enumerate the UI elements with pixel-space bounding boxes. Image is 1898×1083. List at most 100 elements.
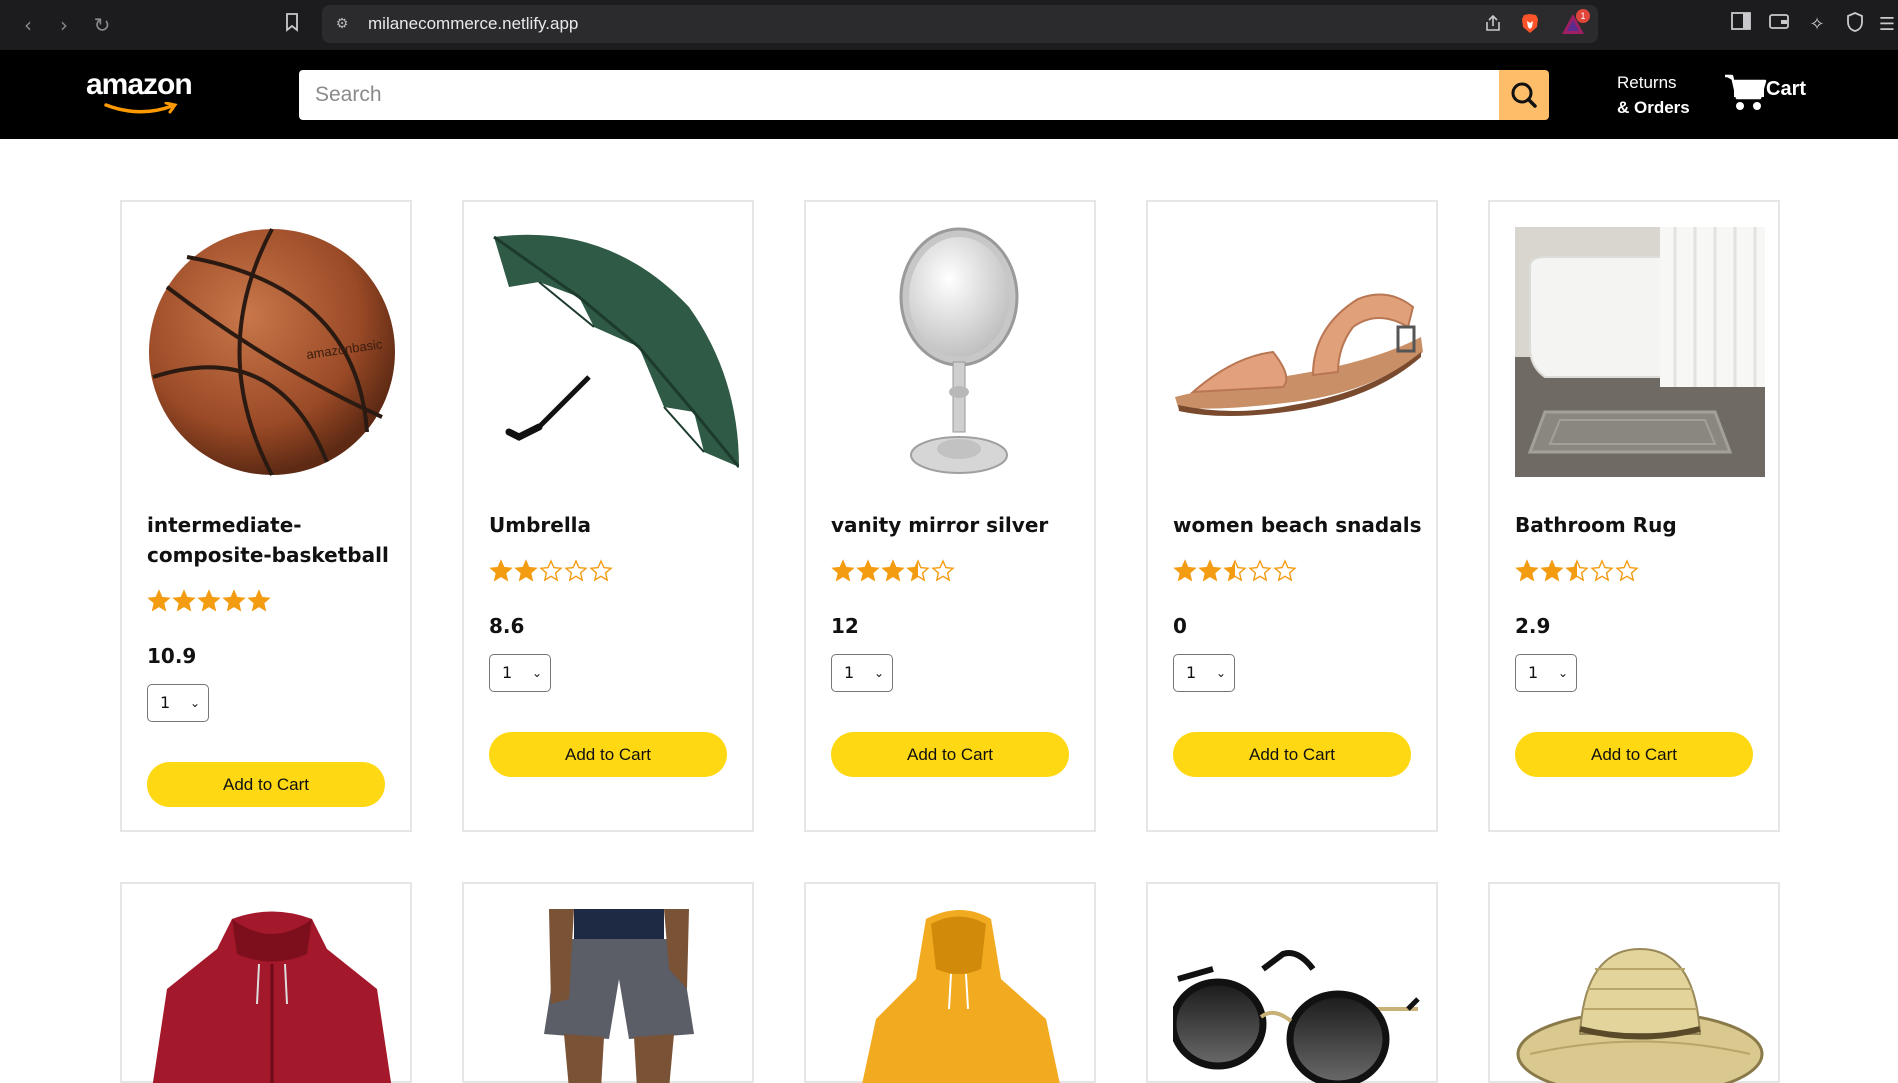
add-to-cart-button[interactable]: Add to Cart xyxy=(831,732,1069,777)
product-image-sandals[interactable] xyxy=(1173,227,1423,477)
quantity-select[interactable]: 1 ⌄ xyxy=(147,684,209,722)
star-full-icon xyxy=(489,559,513,582)
star-full-icon xyxy=(831,559,855,582)
cart-button[interactable]: Cart xyxy=(1724,70,1824,116)
search-input[interactable] xyxy=(299,70,1499,120)
returns-line2: & Orders xyxy=(1617,98,1690,117)
add-to-cart-button[interactable]: Add to Cart xyxy=(489,732,727,777)
search-bar xyxy=(299,70,1549,120)
product-card xyxy=(1488,882,1780,1083)
star-half-icon xyxy=(906,559,930,582)
cart-label: Cart xyxy=(1766,78,1807,100)
star-half-icon xyxy=(1565,559,1589,582)
site-settings-icon[interactable]: ⚙ xyxy=(332,14,352,34)
brave-shield-icon[interactable] xyxy=(1518,12,1542,36)
product-price: 8.6 xyxy=(489,614,525,638)
star-full-icon xyxy=(247,589,271,612)
returns-line1: Returns xyxy=(1617,73,1677,92)
vpn-icon[interactable] xyxy=(1842,12,1868,38)
star-full-icon xyxy=(881,559,905,582)
star-full-icon xyxy=(514,559,538,582)
product-title[interactable]: Umbrella xyxy=(489,510,739,540)
star-rating xyxy=(1515,557,1645,585)
quantity-select[interactable]: 1 ⌄ xyxy=(1173,654,1235,692)
star-rating xyxy=(147,587,277,615)
quantity-value: 1 xyxy=(844,663,855,682)
product-card: vanity mirror silver 12 1 ⌄ Add to Cart xyxy=(804,200,1096,832)
share-icon[interactable] xyxy=(1482,13,1504,35)
stars-svg xyxy=(1173,559,1297,582)
add-to-cart-button[interactable]: Add to Cart xyxy=(1173,732,1411,777)
product-card xyxy=(804,882,1096,1083)
star-empty-icon xyxy=(539,559,563,582)
wallet-icon[interactable] xyxy=(1766,12,1792,38)
star-empty-icon xyxy=(589,559,613,582)
leo-ai-icon[interactable]: ✧ xyxy=(1804,12,1830,38)
star-full-icon xyxy=(222,589,246,612)
product-image-mirror[interactable] xyxy=(831,227,1081,477)
product-title[interactable]: vanity mirror silver xyxy=(831,510,1081,540)
product-image-basketball[interactable]: amazonbasic xyxy=(147,227,397,477)
star-full-icon xyxy=(1515,559,1539,582)
url-text[interactable]: milanecommerce.netlify.app xyxy=(368,5,578,43)
stars-svg xyxy=(831,559,955,582)
product-price: 0 xyxy=(1173,614,1187,638)
product-title[interactable]: Bathroom Rug xyxy=(1515,510,1765,540)
star-rating xyxy=(489,557,619,585)
product-card xyxy=(1146,882,1438,1083)
product-price: 2.9 xyxy=(1515,614,1551,638)
search-button[interactable] xyxy=(1499,70,1549,120)
stars-svg xyxy=(1515,559,1639,582)
quantity-value: 1 xyxy=(1186,663,1197,682)
chevron-down-icon: ⌄ xyxy=(189,696,200,710)
product-price: 12 xyxy=(831,614,859,638)
add-to-cart-button[interactable]: Add to Cart xyxy=(147,762,385,807)
product-image-yellow-hoodie[interactable] xyxy=(831,909,1081,1083)
star-full-icon xyxy=(147,589,171,612)
cart-icon xyxy=(1725,74,1767,110)
product-image-umbrella[interactable] xyxy=(489,227,741,477)
menu-icon[interactable]: ☰ xyxy=(1874,12,1898,38)
bookmark-icon[interactable] xyxy=(278,11,306,39)
amazon-logo[interactable]: amazon xyxy=(86,68,196,118)
quantity-select[interactable]: 1 ⌄ xyxy=(831,654,893,692)
star-full-icon xyxy=(172,589,196,612)
search-icon xyxy=(1511,82,1537,108)
quantity-value: 1 xyxy=(502,663,513,682)
product-image-rug[interactable] xyxy=(1515,227,1765,477)
notification-badge: 1 xyxy=(1576,9,1590,23)
address-bar[interactable]: ⚙ milanecommerce.netlify.app 1 xyxy=(322,5,1598,43)
back-icon[interactable]: ‹ xyxy=(14,11,42,39)
returns-orders-link[interactable]: Returns & Orders xyxy=(1617,70,1690,120)
add-to-cart-button[interactable]: Add to Cart xyxy=(1515,732,1753,777)
quantity-value: 1 xyxy=(160,693,171,712)
star-empty-icon xyxy=(1248,559,1272,582)
star-half-icon xyxy=(1223,559,1247,582)
star-full-icon xyxy=(1540,559,1564,582)
product-card: Umbrella 8.6 1 ⌄ Add to Cart xyxy=(462,200,754,832)
product-image-straw-hat[interactable] xyxy=(1515,909,1765,1083)
product-image-sunglasses[interactable] xyxy=(1173,909,1423,1083)
star-full-icon xyxy=(856,559,880,582)
star-full-icon xyxy=(1173,559,1197,582)
product-card: women beach snadals 0 1 ⌄ Add to Cart xyxy=(1146,200,1438,832)
product-title[interactable]: intermediate-composite-basketball xyxy=(147,510,397,570)
product-title[interactable]: women beach snadals xyxy=(1173,510,1423,540)
product-image-shorts[interactable] xyxy=(489,909,739,1083)
stars-svg xyxy=(489,559,613,582)
logo-text: amazon xyxy=(86,68,193,101)
rewards-icon[interactable]: 1 xyxy=(1560,9,1590,36)
sidebar-icon[interactable] xyxy=(1728,12,1754,38)
reload-icon[interactable]: ↻ xyxy=(88,11,116,39)
star-empty-icon xyxy=(1273,559,1297,582)
browser-toolbar: ‹ › ↻ ⚙ milanecommerce.netlify.app 1 ✧ ☰ xyxy=(0,0,1898,50)
quantity-value: 1 xyxy=(1528,663,1539,682)
product-image-red-hoodie[interactable] xyxy=(147,909,397,1083)
forward-icon[interactable]: › xyxy=(50,11,78,39)
star-empty-icon xyxy=(931,559,955,582)
quantity-select[interactable]: 1 ⌄ xyxy=(489,654,551,692)
star-rating xyxy=(1173,557,1303,585)
star-full-icon xyxy=(1198,559,1222,582)
quantity-select[interactable]: 1 ⌄ xyxy=(1515,654,1577,692)
star-empty-icon xyxy=(564,559,588,582)
